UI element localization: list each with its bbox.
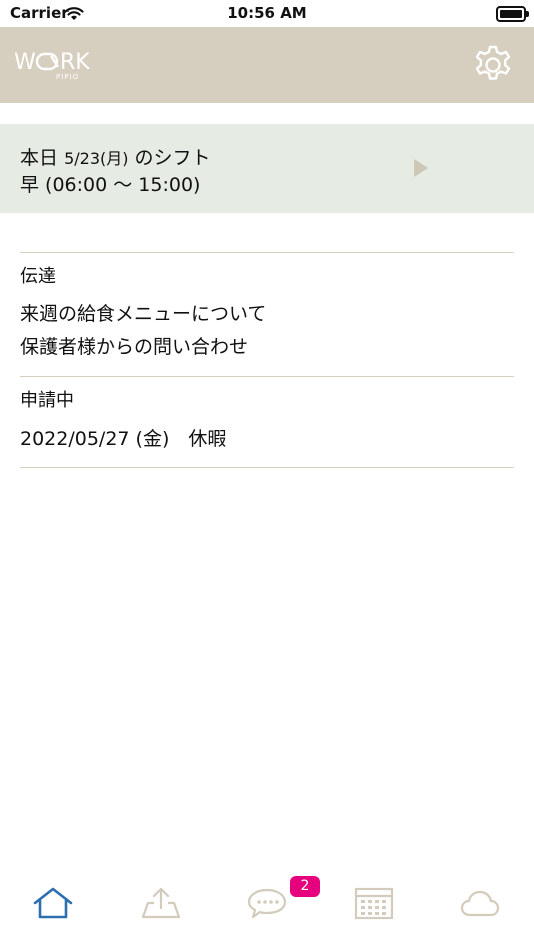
calendar-icon [354, 887, 394, 920]
shift-date: 5/23(月) [64, 149, 129, 168]
settings-gear-icon[interactable] [472, 44, 514, 86]
notices-title: 伝達 [20, 266, 56, 287]
tab-upload[interactable] [131, 886, 191, 932]
cloud-icon [460, 890, 500, 917]
tab-home[interactable] [23, 886, 83, 932]
shift-suffix: のシフト [134, 147, 211, 169]
home-icon [33, 887, 73, 919]
chevron-right-icon [414, 159, 428, 177]
shift-heading: 本日 5/23(月) のシフト [20, 143, 211, 170]
tab-bar [0, 872, 534, 950]
svg-text:RK: RK [60, 50, 90, 75]
tab-calendar[interactable] [344, 886, 404, 932]
today-shift-card[interactable]: 本日 5/23(月) のシフト 早 (06:00 ～ 15:00) [0, 124, 534, 213]
svg-text:W: W [14, 50, 36, 75]
messages-badge: 2 [290, 876, 320, 897]
tab-cloud[interactable] [450, 886, 510, 932]
notice-item[interactable]: 保護者様からの問い合わせ [20, 332, 248, 359]
chat-icon [247, 888, 287, 919]
app-header: W RK PIPIO [0, 27, 534, 103]
clock: 10:56 AM [227, 4, 307, 22]
shift-time: 早 (06:00 ～ 15:00) [20, 174, 201, 196]
upload-icon [141, 887, 181, 919]
shift-prefix: 本日 [20, 147, 59, 169]
svg-text:PIPIO: PIPIO [56, 73, 79, 81]
divider [20, 252, 514, 253]
requests-title: 申請中 [20, 390, 74, 411]
app-logo: W RK PIPIO [14, 47, 106, 85]
request-item[interactable]: 2022/05/27 (金) 休暇 [20, 424, 226, 451]
battery-icon [496, 6, 529, 22]
divider [20, 376, 514, 377]
tab-messages[interactable] [237, 886, 297, 932]
divider [20, 467, 514, 468]
status-bar: Carrier 10:56 AM [0, 0, 534, 27]
notice-item[interactable]: 来週の給食メニューについて [20, 299, 266, 326]
